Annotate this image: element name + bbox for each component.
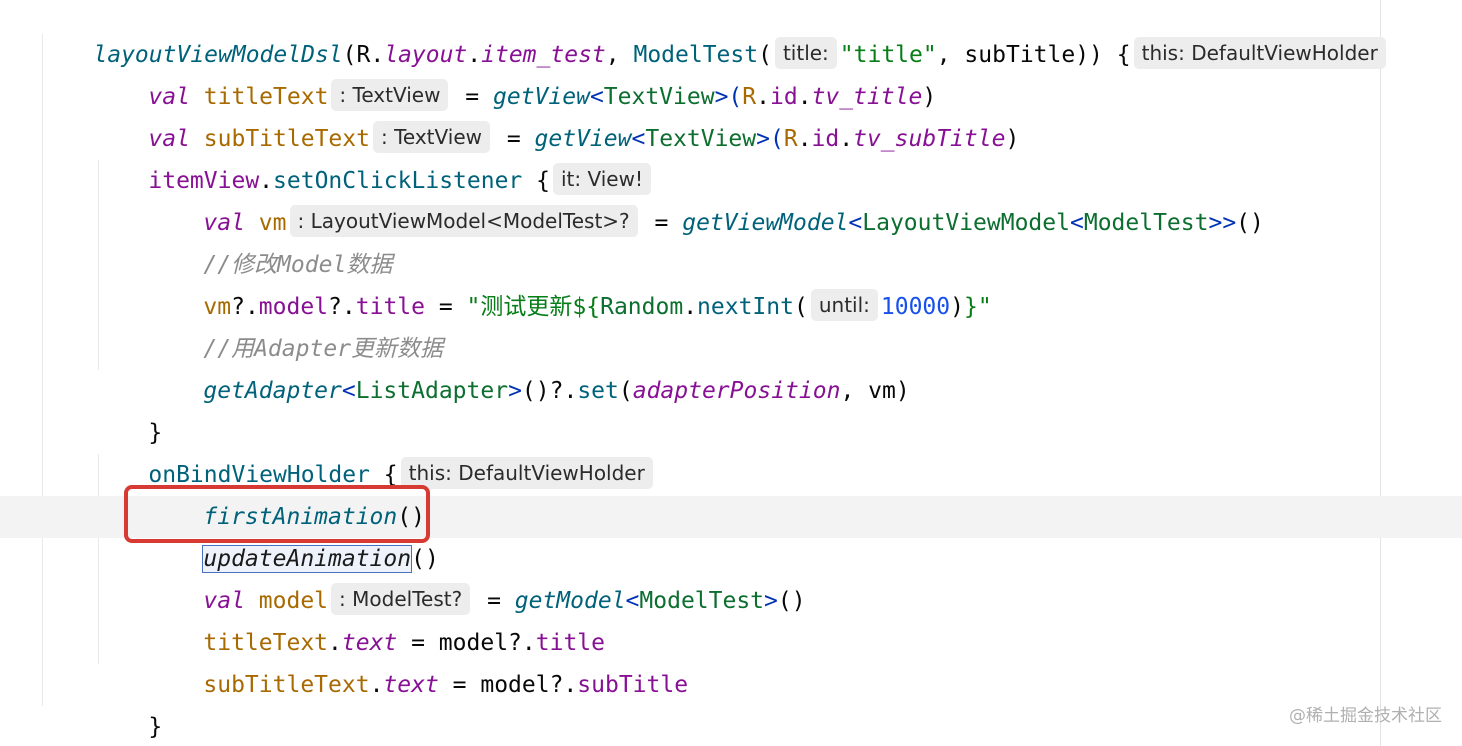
closing-brace: } [148, 714, 163, 740]
code-line-3[interactable]: val subTitleText: TextView = getView<Tex… [93, 76, 1019, 153]
code-line-16[interactable]: subTitleText.text = model?.subTitle [148, 622, 688, 698]
indent-guide [42, 34, 43, 706]
function-call: getViewModel [682, 210, 849, 236]
code-line-8[interactable]: //用Adapter更新数据 [148, 286, 443, 362]
code-line-14[interactable]: val model: ModelTest? = getModel<ModelTe… [148, 538, 806, 615]
string-literal: "测试更新${ [466, 294, 601, 320]
parameter-hint: until: [810, 289, 878, 321]
function-call: getAdapter [203, 378, 342, 404]
right-margin-guide [1380, 0, 1381, 746]
code-line-5[interactable]: val vm: LayoutViewModel<ModelTest>? = ge… [148, 160, 1264, 237]
receiver-hint: this: DefaultViewHolder [1133, 37, 1386, 69]
number-literal: 10000 [880, 294, 951, 320]
annotation-highlight-box [124, 485, 430, 543]
code-line-11[interactable]: onBindViewHolder {this: DefaultViewHolde… [93, 412, 656, 489]
code-line-7[interactable]: vm?.model?.title = "测试更新${Random.nextInt… [148, 244, 992, 321]
variable-name: subTitleText [203, 672, 370, 698]
code-line-2[interactable]: val titleText: TextView = getView<TextVi… [93, 34, 936, 111]
code-line-10[interactable]: } [93, 370, 162, 446]
code-line-18[interactable]: } [38, 706, 107, 746]
code-line-17[interactable]: } [93, 664, 162, 740]
receiver-hint: this: DefaultViewHolder [400, 457, 653, 489]
code-line-4[interactable]: itemView.setOnClickListener {it: View! [93, 118, 654, 195]
code-line-15[interactable]: titleText.text = model?.title [148, 580, 605, 656]
code-line-9[interactable]: getAdapter<ListAdapter>()?.set(adapterPo… [148, 328, 909, 404]
code-editor[interactable]: layoutViewModelDsl(R.layout.item_test, M… [0, 0, 1462, 746]
watermark: @稀土掘金技术社区 [1289, 706, 1442, 726]
code-line-6[interactable]: //修改Model数据 [148, 202, 392, 278]
code-line-1[interactable]: layoutViewModelDsl(R.layout.item_test, M… [38, 0, 1389, 69]
